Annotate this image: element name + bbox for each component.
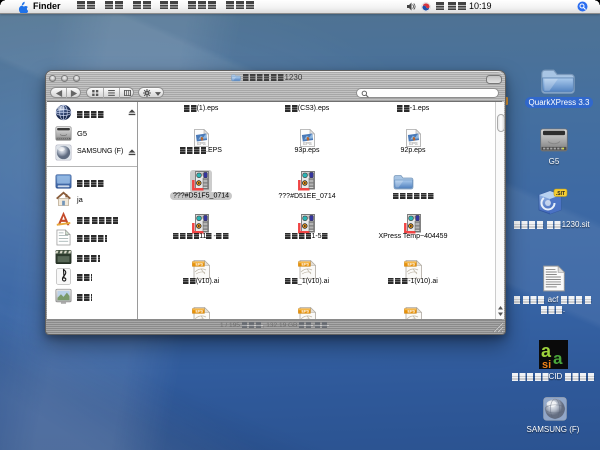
svg-text:a: a — [553, 349, 563, 368]
svg-text:a: a — [541, 341, 552, 361]
svg-text:.SIT: .SIT — [556, 191, 565, 197]
svg-text:si: si — [542, 359, 551, 369]
